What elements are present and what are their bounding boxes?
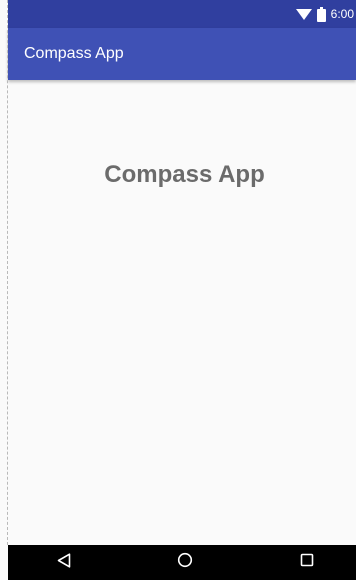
back-button[interactable]: [44, 545, 84, 580]
status-bar: 6:00: [8, 0, 356, 28]
page-heading: Compass App: [104, 161, 265, 188]
home-icon: [177, 552, 193, 573]
battery-icon: [316, 6, 326, 22]
status-icons: 6:00: [295, 6, 354, 22]
back-icon: [57, 552, 71, 573]
home-button[interactable]: [165, 545, 205, 580]
recents-button[interactable]: [287, 545, 327, 580]
recents-icon: [300, 553, 314, 572]
layout-bounds-guide: [7, 0, 8, 545]
status-time: 6:00: [330, 7, 354, 21]
phone-screen: 6:00 Compass App Compass App: [0, 0, 356, 580]
wifi-icon: [295, 8, 312, 21]
navigation-bar: [8, 545, 356, 580]
main-content: Compass App: [8, 80, 356, 545]
app-bar: Compass App: [8, 28, 356, 80]
app-bar-title: Compass App: [24, 45, 124, 62]
